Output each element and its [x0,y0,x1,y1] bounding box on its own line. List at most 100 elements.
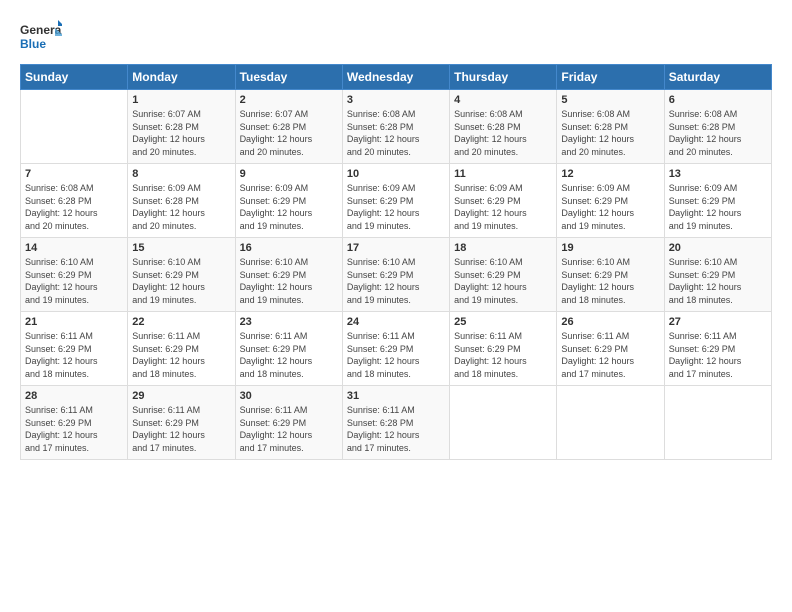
day-cell: 1Sunrise: 6:07 AM Sunset: 6:28 PM Daylig… [128,90,235,164]
day-number: 7 [25,168,123,180]
day-cell: 25 Sunrise: 6:11 AM Sunset: 6:29 PM Dayli… [450,312,557,386]
day-info: Sunrise: 6:10 AM Sunset: 6:29 PM Dayligh… [561,256,659,306]
day-info: Sunrise: 6:11 AM Sunset: 6:29 PM Dayligh… [25,404,123,454]
header: General Blue [20,18,772,54]
day-info: Sunrise: 6:10 AM Sunset: 6:29 PM Dayligh… [454,256,552,306]
day-info: Sunrise: 6:09 AM Sunset: 6:29 PM Dayligh… [454,182,552,232]
day-cell [450,386,557,460]
day-info: Sunrise: 6:09 AM Sunset: 6:29 PM Dayligh… [347,182,445,232]
day-info: Sunrise: 6:11 AM Sunset: 6:29 PM Dayligh… [454,330,552,380]
day-cell: 24Sunrise: 6:11 AM Sunset: 6:29 PM Dayli… [342,312,449,386]
day-info: Sunrise: 6:10 AM Sunset: 6:29 PM Dayligh… [132,256,230,306]
day-info: Sunrise: 6:10 AM Sunset: 6:29 PM Dayligh… [25,256,123,306]
day-cell: 8 Sunrise: 6:09 AM Sunset: 6:28 PM Daylig… [128,164,235,238]
day-number: 4 [454,94,552,106]
day-cell: 7 Sunrise: 6:08 AM Sunset: 6:28 PM Daylig… [21,164,128,238]
day-number: 20 [669,242,767,254]
header-row: SundayMondayTuesdayWednesdayThursdayFrid… [21,65,772,90]
day-number: 9 [240,168,338,180]
day-number: 5 [561,94,659,106]
day-cell: 31 Sunrise: 6:11 AM Sunset: 6:28 PM Dayli… [342,386,449,460]
day-number: 8 [132,168,230,180]
day-cell: 14 Sunrise: 6:10 AM Sunset: 6:29 PM Dayli… [21,238,128,312]
day-info: Sunrise: 6:11 AM Sunset: 6:28 PM Dayligh… [347,404,445,454]
day-cell: 17Sunrise: 6:10 AM Sunset: 6:29 PM Dayli… [342,238,449,312]
day-info: Sunrise: 6:11 AM Sunset: 6:29 PM Dayligh… [240,404,338,454]
day-info: Sunrise: 6:08 AM Sunset: 6:28 PM Dayligh… [669,108,767,158]
day-cell: 12 Sunrise: 6:09 AM Sunset: 6:29 PM Dayli… [557,164,664,238]
day-number: 30 [240,390,338,402]
day-cell: 23 Sunrise: 6:11 AM Sunset: 6:29 PM Dayli… [235,312,342,386]
day-number: 15 [132,242,230,254]
day-cell: 20 Sunrise: 6:10 AM Sunset: 6:29 PM Dayli… [664,238,771,312]
day-number: 27 [669,316,767,328]
day-number: 23 [240,316,338,328]
week-row: 28Sunrise: 6:11 AM Sunset: 6:29 PM Dayli… [21,386,772,460]
day-number: 14 [25,242,123,254]
day-number: 10 [347,168,445,180]
day-cell: 3Sunrise: 6:08 AM Sunset: 6:28 PM Daylig… [342,90,449,164]
day-cell [664,386,771,460]
header-cell: Friday [557,65,664,90]
day-cell: 13Sunrise: 6:09 AM Sunset: 6:29 PM Dayli… [664,164,771,238]
day-number: 12 [561,168,659,180]
day-cell: 29 Sunrise: 6:11 AM Sunset: 6:29 PM Dayli… [128,386,235,460]
week-row: 1Sunrise: 6:07 AM Sunset: 6:28 PM Daylig… [21,90,772,164]
day-info: Sunrise: 6:08 AM Sunset: 6:28 PM Dayligh… [347,108,445,158]
day-cell: 10 Sunrise: 6:09 AM Sunset: 6:29 PM Dayli… [342,164,449,238]
day-number: 25 [454,316,552,328]
day-cell: 28Sunrise: 6:11 AM Sunset: 6:29 PM Dayli… [21,386,128,460]
header-cell: Monday [128,65,235,90]
day-number: 11 [454,168,552,180]
day-cell: 15 Sunrise: 6:10 AM Sunset: 6:29 PM Dayli… [128,238,235,312]
day-info: Sunrise: 6:09 AM Sunset: 6:29 PM Dayligh… [240,182,338,232]
day-cell: 9 Sunrise: 6:09 AM Sunset: 6:29 PM Daylig… [235,164,342,238]
day-number: 16 [240,242,338,254]
svg-text:Blue: Blue [20,37,46,51]
day-cell: 21 Sunrise: 6:11 AM Sunset: 6:29 PM Dayli… [21,312,128,386]
day-number: 24 [347,316,445,328]
day-cell: 6 Sunrise: 6:08 AM Sunset: 6:28 PM Daylig… [664,90,771,164]
day-info: Sunrise: 6:08 AM Sunset: 6:28 PM Dayligh… [454,108,552,158]
day-info: Sunrise: 6:10 AM Sunset: 6:29 PM Dayligh… [347,256,445,306]
header-cell: Wednesday [342,65,449,90]
day-info: Sunrise: 6:07 AM Sunset: 6:28 PM Dayligh… [132,108,230,158]
day-info: Sunrise: 6:08 AM Sunset: 6:28 PM Dayligh… [561,108,659,158]
day-info: Sunrise: 6:09 AM Sunset: 6:28 PM Dayligh… [132,182,230,232]
day-number: 6 [669,94,767,106]
day-cell: 11 Sunrise: 6:09 AM Sunset: 6:29 PM Dayli… [450,164,557,238]
day-cell: 26Sunrise: 6:11 AM Sunset: 6:29 PM Dayli… [557,312,664,386]
header-cell: Sunday [21,65,128,90]
day-number: 19 [561,242,659,254]
week-row: 21 Sunrise: 6:11 AM Sunset: 6:29 PM Dayli… [21,312,772,386]
day-cell: 18Sunrise: 6:10 AM Sunset: 6:29 PM Dayli… [450,238,557,312]
day-number: 29 [132,390,230,402]
day-info: Sunrise: 6:11 AM Sunset: 6:29 PM Dayligh… [669,330,767,380]
day-info: Sunrise: 6:09 AM Sunset: 6:29 PM Dayligh… [561,182,659,232]
day-info: Sunrise: 6:08 AM Sunset: 6:28 PM Dayligh… [25,182,123,232]
day-info: Sunrise: 6:11 AM Sunset: 6:29 PM Dayligh… [240,330,338,380]
day-info: Sunrise: 6:11 AM Sunset: 6:29 PM Dayligh… [132,404,230,454]
header-cell: Saturday [664,65,771,90]
day-cell: 27 Sunrise: 6:11 AM Sunset: 6:29 PM Dayli… [664,312,771,386]
page: General Blue SundayMondayTuesdayWednesda… [0,0,792,612]
day-cell [557,386,664,460]
day-number: 22 [132,316,230,328]
calendar-table: SundayMondayTuesdayWednesdayThursdayFrid… [20,64,772,460]
header-cell: Tuesday [235,65,342,90]
day-info: Sunrise: 6:10 AM Sunset: 6:29 PM Dayligh… [240,256,338,306]
day-number: 26 [561,316,659,328]
day-info: Sunrise: 6:11 AM Sunset: 6:29 PM Dayligh… [25,330,123,380]
day-cell [21,90,128,164]
day-info: Sunrise: 6:07 AM Sunset: 6:28 PM Dayligh… [240,108,338,158]
week-row: 14 Sunrise: 6:10 AM Sunset: 6:29 PM Dayli… [21,238,772,312]
day-info: Sunrise: 6:10 AM Sunset: 6:29 PM Dayligh… [669,256,767,306]
day-cell: 30 Sunrise: 6:11 AM Sunset: 6:29 PM Dayli… [235,386,342,460]
day-cell: 22Sunrise: 6:11 AM Sunset: 6:29 PM Dayli… [128,312,235,386]
day-cell: 4 Sunrise: 6:08 AM Sunset: 6:28 PM Daylig… [450,90,557,164]
day-cell: 2Sunrise: 6:07 AM Sunset: 6:28 PM Daylig… [235,90,342,164]
day-number: 31 [347,390,445,402]
day-cell: 16 Sunrise: 6:10 AM Sunset: 6:29 PM Dayli… [235,238,342,312]
day-cell: 19 Sunrise: 6:10 AM Sunset: 6:29 PM Dayli… [557,238,664,312]
day-number: 21 [25,316,123,328]
